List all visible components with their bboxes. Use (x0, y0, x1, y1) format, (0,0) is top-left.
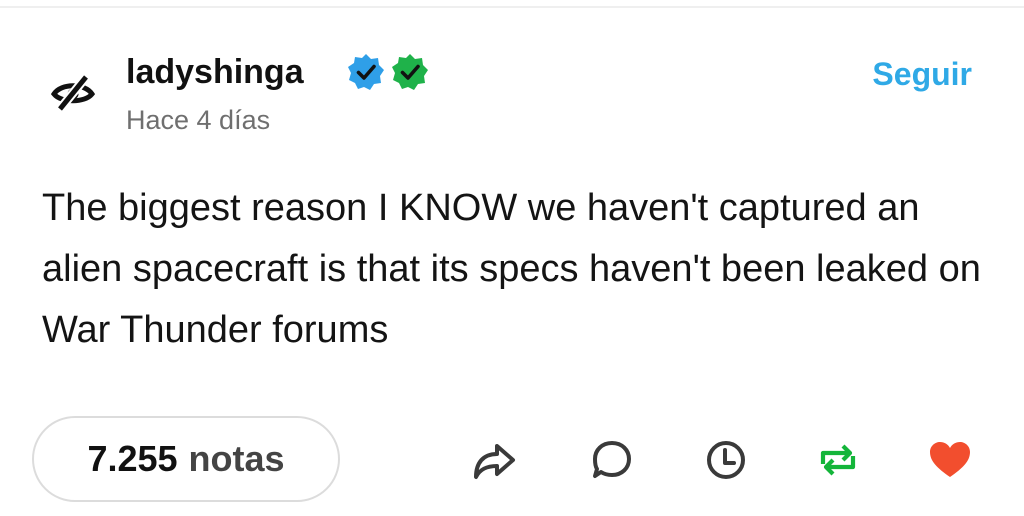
tumblr-post-card: ladyshinga Hace 4 días Seguir The bigges… (0, 0, 1024, 516)
notes-count: 7.255 (87, 438, 178, 479)
post-timestamp: Hace 4 días (126, 105, 271, 135)
heart-icon[interactable] (926, 436, 974, 484)
top-divider (0, 6, 1024, 8)
reply-icon[interactable] (588, 436, 636, 484)
history-icon[interactable] (702, 436, 750, 484)
username[interactable]: ladyshinga (126, 52, 304, 92)
notes-button[interactable]: 7.255 notas (32, 416, 340, 502)
share-icon[interactable] (470, 436, 518, 484)
follow-button[interactable]: Seguir (872, 54, 972, 94)
verification-badges (346, 52, 430, 92)
reblog-icon[interactable] (814, 436, 862, 484)
post-body-text: The biggest reason I KNOW we haven't cap… (42, 187, 981, 351)
blue-checkmark-badge-icon (348, 54, 384, 90)
green-checkmark-badge-icon (392, 54, 428, 90)
notes-label: notas (188, 438, 285, 479)
avatar-crossed-eye-icon[interactable] (50, 72, 96, 112)
